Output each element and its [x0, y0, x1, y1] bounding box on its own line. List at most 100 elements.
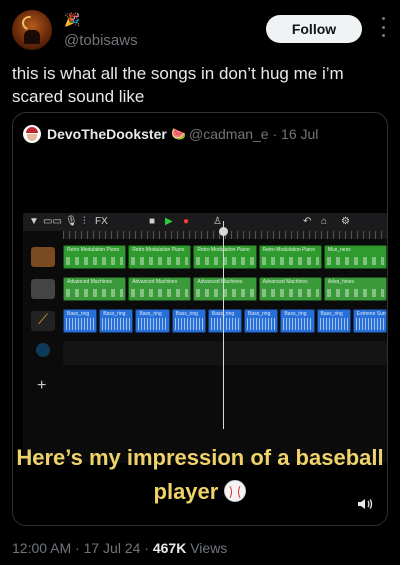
region-label: Bass_ring: [67, 311, 90, 317]
follow-button[interactable]: Follow: [266, 15, 362, 43]
video-caption: Here’s my impression of a baseball playe…: [13, 441, 387, 509]
loop-icon: ⌂: [321, 216, 328, 227]
dropdown-icon: ▼: [29, 216, 39, 227]
fx-label: FX: [95, 216, 108, 227]
author-name-emoji[interactable]: 🎉: [64, 12, 80, 28]
track-region: Bass_ring: [171, 309, 206, 333]
region-label: Bass_ring: [139, 311, 162, 317]
figure-icon: [24, 30, 40, 44]
keyboard-track-icon: [31, 247, 55, 267]
region-label: Bass_ring: [175, 311, 198, 317]
tracks-area: ⟋ + Retro Modulation Piano Retro Modulati…: [23, 239, 387, 429]
region-label: Mus_ness: [327, 247, 351, 253]
region-pattern: [138, 318, 167, 330]
region-pattern: [326, 257, 384, 265]
track-region: Bass_ring: [207, 309, 243, 333]
region-label: Adva_hines: [327, 279, 354, 285]
tracks-view-icon: ▭▭: [43, 216, 62, 227]
post-header: 🎉 @tobisaws Follow: [12, 10, 388, 54]
track-region: Advanced Machines: [258, 277, 322, 301]
region-pattern: [319, 318, 348, 330]
region-label: Bass_ring: [103, 311, 126, 317]
settings-icon: ⚙: [341, 216, 350, 227]
stop-icon: ■: [149, 216, 156, 227]
track-region: Retro Modulation Piano: [258, 245, 322, 269]
quoted-video[interactable]: ▼ ▭▭ 🎙 ⫶ FX ■ ▶ ● ♙ ↶ ⌂ ⚙ ⟋ + Retro Modu…: [13, 153, 387, 525]
region-pattern: [66, 318, 95, 330]
track-region: Bass_ring: [280, 309, 315, 333]
post-text: this is what all the songs in don’t hug …: [12, 64, 344, 106]
baseball-icon: [224, 480, 247, 502]
quoted-meta: @cadman_e · 16 Jul: [189, 126, 319, 142]
region-label: Bass_ring: [248, 311, 271, 317]
play-icon: ▶: [165, 216, 173, 227]
mixer-icon: ⫶: [83, 216, 86, 227]
region-pattern: [174, 318, 203, 330]
add-track-icon: +: [37, 377, 47, 394]
track-region: Bass_ring: [99, 309, 134, 333]
undo-icon: ↶: [303, 216, 312, 227]
quoted-header: DevoTheDookster 🍉 @cadman_e · 16 Jul: [23, 123, 379, 145]
region-pattern: [131, 289, 189, 297]
track-row-3: Bass_ring Bass_ring Bass_ring Bass_ring Bass…: [63, 309, 387, 333]
post-footer: 12:00 AM · 17 Jul 24 · 467K Views: [12, 540, 227, 556]
quoted-name[interactable]: DevoTheDookster: [47, 123, 167, 145]
region-label: Retro Modulation Piano: [262, 247, 315, 253]
record-icon: ●: [183, 216, 190, 227]
region-label: Bass_ring: [284, 311, 307, 317]
caption-text: Here’s my impression of a baseball playe…: [16, 445, 384, 504]
track-region: Bass_ring: [63, 309, 98, 333]
region-pattern: [102, 318, 131, 330]
quoted-avatar[interactable]: [23, 125, 41, 143]
region-pattern: [131, 257, 189, 265]
track-region: Retro Modulation Piano: [63, 245, 127, 269]
drummer-track-icon: [36, 343, 50, 357]
region-pattern: [247, 318, 276, 330]
track-region: Adva_hines: [323, 277, 387, 301]
track-region: Retro Modulation Piano: [128, 245, 192, 269]
region-pattern: [261, 289, 319, 297]
region-pattern: [326, 289, 384, 297]
track-region: Bass_ring: [244, 309, 279, 333]
region-pattern: [355, 318, 384, 330]
timestamp[interactable]: 12:00 AM · 17 Jul 24 ·: [12, 540, 153, 556]
garageband-toolbar: ▼ ▭▭ 🎙 ⫶ FX ■ ▶ ● ♙ ↶ ⌂ ⚙: [23, 213, 387, 231]
mic-icon: 🎙: [65, 216, 78, 227]
synth-track-icon: [31, 279, 55, 299]
watermelon-icon: 🍉: [171, 127, 186, 141]
views-count: 467K: [152, 540, 187, 556]
region-label: Bass_ring: [320, 311, 343, 317]
region-label: Advanced Machines: [67, 279, 113, 285]
region-pattern: [283, 318, 312, 330]
region-label: Extreme Sunny: [356, 311, 386, 317]
volume-icon[interactable]: [357, 497, 373, 511]
track-region: Advanced Machines: [193, 277, 257, 301]
region-pattern: [66, 289, 124, 297]
garageband-screen: ▼ ▭▭ 🎙 ⫶ FX ■ ▶ ● ♙ ↶ ⌂ ⚙ ⟋ + Retro Modu…: [23, 213, 387, 463]
playhead: [223, 221, 224, 429]
region-pattern: [261, 257, 319, 265]
track-region: Bass_ring: [135, 309, 170, 333]
quoted-post[interactable]: DevoTheDookster 🍉 @cadman_e · 16 Jul ▼ ▭…: [12, 112, 388, 526]
region-label: Retro Modulation Piano: [132, 247, 185, 253]
track-row-2: Advanced Machines Advanced Machines Advanc…: [63, 277, 387, 301]
region-pattern: [196, 289, 254, 297]
region-label: Advanced Machines: [262, 279, 308, 285]
views-label: Views: [186, 540, 228, 556]
track-row-1: Retro Modulation Piano Retro Modulation P…: [63, 245, 387, 269]
more-options-icon[interactable]: [382, 17, 386, 37]
region-label: Advanced Machines: [197, 279, 243, 285]
region-pattern: [196, 257, 254, 265]
track-region: Bass_ring: [316, 309, 351, 333]
region-pattern: [210, 318, 240, 330]
track-region: Advanced Machines: [128, 277, 192, 301]
track-region: Advanced Machines: [63, 277, 127, 301]
author-handle[interactable]: @tobisaws: [64, 32, 138, 49]
region-label: Advanced Machines: [132, 279, 178, 285]
region-label: Retro Modulation Piano: [67, 247, 120, 253]
track-row-4: [63, 341, 387, 365]
guitar-track-icon: ⟋: [31, 311, 55, 331]
track-region: Mus_ness: [323, 245, 387, 269]
track-region: Extreme Sunny: [352, 309, 387, 333]
author-avatar[interactable]: [12, 10, 52, 50]
